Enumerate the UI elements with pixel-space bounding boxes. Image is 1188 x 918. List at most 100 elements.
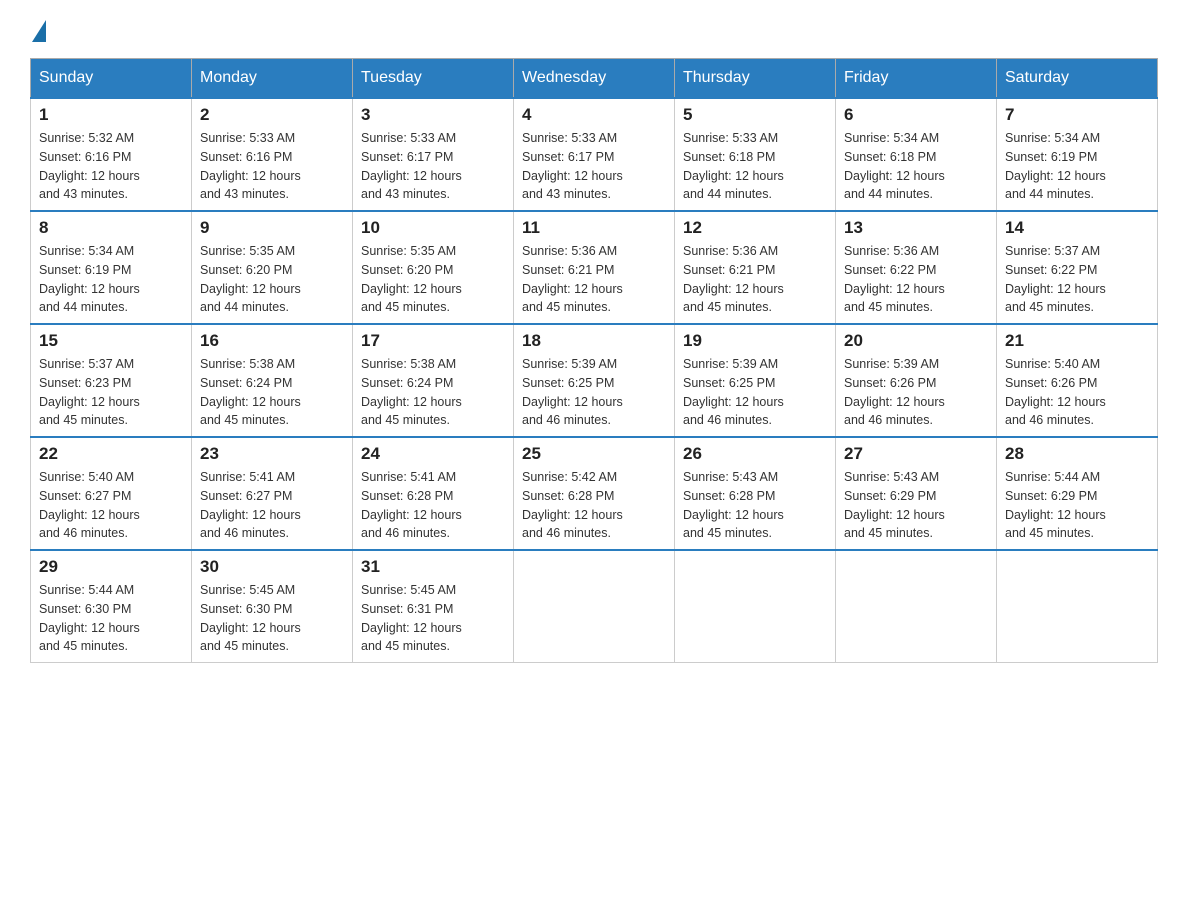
calendar-week-row: 22 Sunrise: 5:40 AM Sunset: 6:27 PM Dayl… bbox=[31, 437, 1158, 550]
day-info: Sunrise: 5:37 AM Sunset: 6:22 PM Dayligh… bbox=[1005, 242, 1149, 317]
day-number: 17 bbox=[361, 331, 505, 351]
day-info: Sunrise: 5:35 AM Sunset: 6:20 PM Dayligh… bbox=[200, 242, 344, 317]
day-number: 12 bbox=[683, 218, 827, 238]
day-info: Sunrise: 5:33 AM Sunset: 6:17 PM Dayligh… bbox=[522, 129, 666, 204]
calendar-day-cell: 27 Sunrise: 5:43 AM Sunset: 6:29 PM Dayl… bbox=[836, 437, 997, 550]
day-number: 26 bbox=[683, 444, 827, 464]
day-number: 3 bbox=[361, 105, 505, 125]
day-info: Sunrise: 5:36 AM Sunset: 6:22 PM Dayligh… bbox=[844, 242, 988, 317]
day-number: 22 bbox=[39, 444, 183, 464]
calendar-day-header: Saturday bbox=[997, 59, 1158, 99]
day-info: Sunrise: 5:33 AM Sunset: 6:16 PM Dayligh… bbox=[200, 129, 344, 204]
day-info: Sunrise: 5:37 AM Sunset: 6:23 PM Dayligh… bbox=[39, 355, 183, 430]
day-number: 16 bbox=[200, 331, 344, 351]
day-number: 18 bbox=[522, 331, 666, 351]
day-number: 5 bbox=[683, 105, 827, 125]
day-info: Sunrise: 5:36 AM Sunset: 6:21 PM Dayligh… bbox=[522, 242, 666, 317]
calendar-week-row: 1 Sunrise: 5:32 AM Sunset: 6:16 PM Dayli… bbox=[31, 98, 1158, 211]
calendar-day-cell: 18 Sunrise: 5:39 AM Sunset: 6:25 PM Dayl… bbox=[514, 324, 675, 437]
calendar-day-cell: 6 Sunrise: 5:34 AM Sunset: 6:18 PM Dayli… bbox=[836, 98, 997, 211]
day-info: Sunrise: 5:33 AM Sunset: 6:17 PM Dayligh… bbox=[361, 129, 505, 204]
calendar-table: SundayMondayTuesdayWednesdayThursdayFrid… bbox=[30, 58, 1158, 663]
calendar-day-cell: 5 Sunrise: 5:33 AM Sunset: 6:18 PM Dayli… bbox=[675, 98, 836, 211]
day-info: Sunrise: 5:35 AM Sunset: 6:20 PM Dayligh… bbox=[361, 242, 505, 317]
page-header bbox=[30, 20, 1158, 38]
day-number: 23 bbox=[200, 444, 344, 464]
calendar-day-cell bbox=[514, 550, 675, 663]
calendar-day-cell: 13 Sunrise: 5:36 AM Sunset: 6:22 PM Dayl… bbox=[836, 211, 997, 324]
calendar-week-row: 15 Sunrise: 5:37 AM Sunset: 6:23 PM Dayl… bbox=[31, 324, 1158, 437]
day-number: 13 bbox=[844, 218, 988, 238]
day-info: Sunrise: 5:40 AM Sunset: 6:27 PM Dayligh… bbox=[39, 468, 183, 543]
calendar-day-cell: 28 Sunrise: 5:44 AM Sunset: 6:29 PM Dayl… bbox=[997, 437, 1158, 550]
day-info: Sunrise: 5:40 AM Sunset: 6:26 PM Dayligh… bbox=[1005, 355, 1149, 430]
day-number: 20 bbox=[844, 331, 988, 351]
calendar-header-row: SundayMondayTuesdayWednesdayThursdayFrid… bbox=[31, 59, 1158, 99]
day-info: Sunrise: 5:34 AM Sunset: 6:18 PM Dayligh… bbox=[844, 129, 988, 204]
calendar-week-row: 29 Sunrise: 5:44 AM Sunset: 6:30 PM Dayl… bbox=[31, 550, 1158, 663]
calendar-day-cell: 2 Sunrise: 5:33 AM Sunset: 6:16 PM Dayli… bbox=[192, 98, 353, 211]
calendar-day-header: Monday bbox=[192, 59, 353, 99]
calendar-day-cell: 1 Sunrise: 5:32 AM Sunset: 6:16 PM Dayli… bbox=[31, 98, 192, 211]
day-info: Sunrise: 5:41 AM Sunset: 6:27 PM Dayligh… bbox=[200, 468, 344, 543]
calendar-day-cell: 31 Sunrise: 5:45 AM Sunset: 6:31 PM Dayl… bbox=[353, 550, 514, 663]
calendar-day-header: Friday bbox=[836, 59, 997, 99]
day-info: Sunrise: 5:41 AM Sunset: 6:28 PM Dayligh… bbox=[361, 468, 505, 543]
day-number: 27 bbox=[844, 444, 988, 464]
day-info: Sunrise: 5:39 AM Sunset: 6:26 PM Dayligh… bbox=[844, 355, 988, 430]
day-info: Sunrise: 5:42 AM Sunset: 6:28 PM Dayligh… bbox=[522, 468, 666, 543]
calendar-day-header: Tuesday bbox=[353, 59, 514, 99]
calendar-day-cell bbox=[836, 550, 997, 663]
calendar-day-cell: 21 Sunrise: 5:40 AM Sunset: 6:26 PM Dayl… bbox=[997, 324, 1158, 437]
day-number: 19 bbox=[683, 331, 827, 351]
calendar-day-cell: 14 Sunrise: 5:37 AM Sunset: 6:22 PM Dayl… bbox=[997, 211, 1158, 324]
calendar-day-cell bbox=[997, 550, 1158, 663]
day-info: Sunrise: 5:38 AM Sunset: 6:24 PM Dayligh… bbox=[200, 355, 344, 430]
day-number: 24 bbox=[361, 444, 505, 464]
day-info: Sunrise: 5:36 AM Sunset: 6:21 PM Dayligh… bbox=[683, 242, 827, 317]
calendar-day-header: Thursday bbox=[675, 59, 836, 99]
day-info: Sunrise: 5:34 AM Sunset: 6:19 PM Dayligh… bbox=[39, 242, 183, 317]
calendar-day-cell: 9 Sunrise: 5:35 AM Sunset: 6:20 PM Dayli… bbox=[192, 211, 353, 324]
day-number: 29 bbox=[39, 557, 183, 577]
calendar-day-cell: 24 Sunrise: 5:41 AM Sunset: 6:28 PM Dayl… bbox=[353, 437, 514, 550]
day-number: 4 bbox=[522, 105, 666, 125]
day-number: 25 bbox=[522, 444, 666, 464]
calendar-day-cell: 8 Sunrise: 5:34 AM Sunset: 6:19 PM Dayli… bbox=[31, 211, 192, 324]
day-info: Sunrise: 5:38 AM Sunset: 6:24 PM Dayligh… bbox=[361, 355, 505, 430]
day-number: 31 bbox=[361, 557, 505, 577]
calendar-day-cell: 15 Sunrise: 5:37 AM Sunset: 6:23 PM Dayl… bbox=[31, 324, 192, 437]
day-number: 9 bbox=[200, 218, 344, 238]
calendar-day-header: Sunday bbox=[31, 59, 192, 99]
day-number: 14 bbox=[1005, 218, 1149, 238]
calendar-day-cell: 26 Sunrise: 5:43 AM Sunset: 6:28 PM Dayl… bbox=[675, 437, 836, 550]
calendar-day-cell bbox=[675, 550, 836, 663]
calendar-day-cell: 23 Sunrise: 5:41 AM Sunset: 6:27 PM Dayl… bbox=[192, 437, 353, 550]
day-number: 30 bbox=[200, 557, 344, 577]
calendar-day-cell: 29 Sunrise: 5:44 AM Sunset: 6:30 PM Dayl… bbox=[31, 550, 192, 663]
day-info: Sunrise: 5:45 AM Sunset: 6:30 PM Dayligh… bbox=[200, 581, 344, 656]
calendar-day-cell: 10 Sunrise: 5:35 AM Sunset: 6:20 PM Dayl… bbox=[353, 211, 514, 324]
day-info: Sunrise: 5:39 AM Sunset: 6:25 PM Dayligh… bbox=[683, 355, 827, 430]
calendar-day-cell: 25 Sunrise: 5:42 AM Sunset: 6:28 PM Dayl… bbox=[514, 437, 675, 550]
day-info: Sunrise: 5:44 AM Sunset: 6:29 PM Dayligh… bbox=[1005, 468, 1149, 543]
day-number: 1 bbox=[39, 105, 183, 125]
calendar-day-header: Wednesday bbox=[514, 59, 675, 99]
day-info: Sunrise: 5:43 AM Sunset: 6:29 PM Dayligh… bbox=[844, 468, 988, 543]
day-number: 11 bbox=[522, 218, 666, 238]
calendar-day-cell: 3 Sunrise: 5:33 AM Sunset: 6:17 PM Dayli… bbox=[353, 98, 514, 211]
calendar-day-cell: 19 Sunrise: 5:39 AM Sunset: 6:25 PM Dayl… bbox=[675, 324, 836, 437]
day-number: 21 bbox=[1005, 331, 1149, 351]
day-info: Sunrise: 5:43 AM Sunset: 6:28 PM Dayligh… bbox=[683, 468, 827, 543]
day-info: Sunrise: 5:34 AM Sunset: 6:19 PM Dayligh… bbox=[1005, 129, 1149, 204]
day-info: Sunrise: 5:33 AM Sunset: 6:18 PM Dayligh… bbox=[683, 129, 827, 204]
day-number: 7 bbox=[1005, 105, 1149, 125]
day-number: 6 bbox=[844, 105, 988, 125]
day-number: 2 bbox=[200, 105, 344, 125]
calendar-day-cell: 12 Sunrise: 5:36 AM Sunset: 6:21 PM Dayl… bbox=[675, 211, 836, 324]
day-info: Sunrise: 5:44 AM Sunset: 6:30 PM Dayligh… bbox=[39, 581, 183, 656]
day-number: 28 bbox=[1005, 444, 1149, 464]
day-info: Sunrise: 5:32 AM Sunset: 6:16 PM Dayligh… bbox=[39, 129, 183, 204]
calendar-day-cell: 11 Sunrise: 5:36 AM Sunset: 6:21 PM Dayl… bbox=[514, 211, 675, 324]
calendar-day-cell: 30 Sunrise: 5:45 AM Sunset: 6:30 PM Dayl… bbox=[192, 550, 353, 663]
